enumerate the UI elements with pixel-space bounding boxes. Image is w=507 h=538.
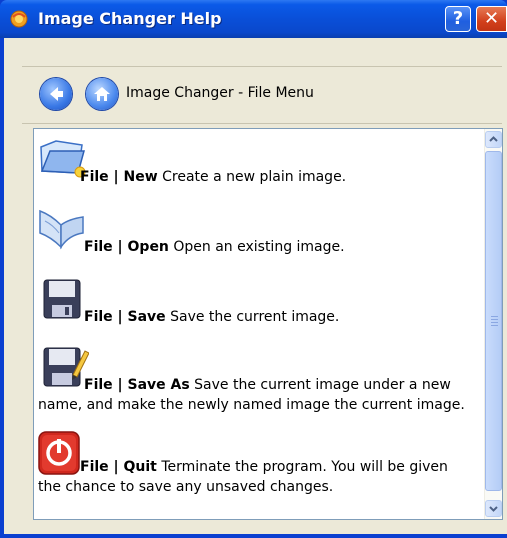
close-button[interactable]: ✕ xyxy=(476,6,507,32)
help-button[interactable]: ? xyxy=(445,6,471,32)
list-item: File | Quit Terminate the program. You w… xyxy=(38,457,470,497)
close-icon: ✕ xyxy=(483,8,500,29)
grip-line xyxy=(491,325,498,326)
command-name: File | Open xyxy=(84,239,169,255)
list-item: File | Open Open an existing image. xyxy=(84,237,502,257)
command-name: File | Save xyxy=(84,309,166,325)
home-icon xyxy=(94,87,110,101)
open-book-icon xyxy=(39,209,84,250)
grip-line xyxy=(491,322,498,323)
divider xyxy=(22,66,502,67)
help-window: Image Changer Help ? ✕ Image Changer - F… xyxy=(0,0,507,538)
command-description: Save the current image. xyxy=(165,309,340,325)
list-item: File | Save Save the current image. xyxy=(84,307,502,327)
back-button[interactable] xyxy=(40,78,72,110)
floppy-disk-icon xyxy=(43,279,81,319)
window-border xyxy=(0,534,507,538)
grip-line xyxy=(491,316,498,317)
list-item: File | Save As Save the current image un… xyxy=(38,375,470,415)
grip-line xyxy=(491,319,498,320)
app-icon xyxy=(10,10,28,28)
back-arrow-icon xyxy=(50,87,63,101)
help-icon: ? xyxy=(452,8,464,29)
command-name: File | New xyxy=(80,169,158,185)
scroll-up-button[interactable] xyxy=(485,131,502,148)
scroll-thumb[interactable] xyxy=(485,151,502,491)
title-bar[interactable]: Image Changer Help ? ✕ xyxy=(0,0,507,38)
divider xyxy=(22,123,502,124)
nav-title: Image Changer - File Menu xyxy=(126,85,314,101)
window-title: Image Changer Help xyxy=(38,9,222,28)
scroll-down-button[interactable] xyxy=(485,500,502,517)
client-area: Image Changer - File Menu File | New Cre… xyxy=(4,38,507,534)
command-name: File | Quit xyxy=(80,459,157,475)
list-item: File | New Create a new plain image. xyxy=(80,167,502,187)
help-content[interactable]: File | New Create a new plain image. Fil… xyxy=(33,128,503,520)
navigation-bar: Image Changer - File Menu xyxy=(4,38,507,124)
chevron-down-icon xyxy=(489,506,498,512)
chevron-up-icon xyxy=(489,136,498,142)
command-description: Open an existing image. xyxy=(168,239,345,255)
home-button[interactable] xyxy=(86,78,118,110)
command-description: Create a new plain image. xyxy=(157,169,347,185)
vertical-scrollbar[interactable] xyxy=(484,129,502,519)
command-name: File | Save As xyxy=(84,377,190,393)
